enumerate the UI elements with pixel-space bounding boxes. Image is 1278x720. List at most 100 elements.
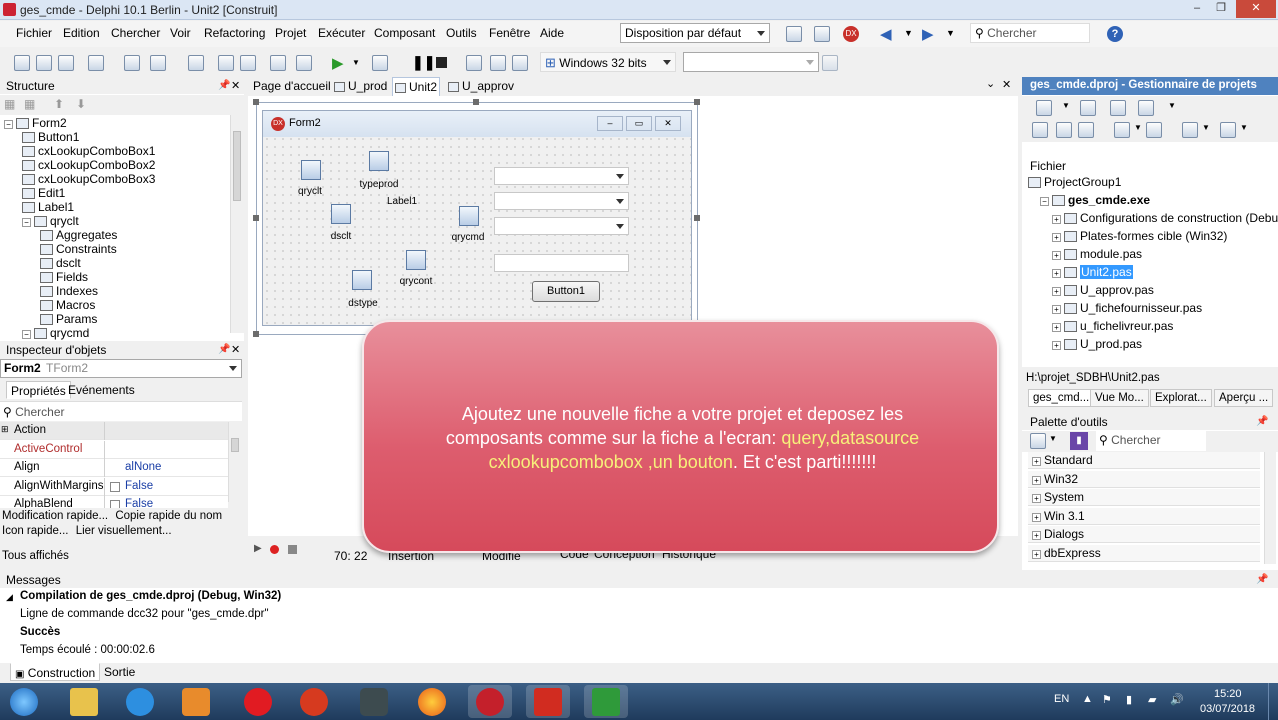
expand-toggle-icon[interactable]: + — [1052, 215, 1061, 224]
query-component-icon[interactable] — [406, 250, 426, 270]
structure-item[interactable]: Indexes — [40, 284, 98, 298]
close-panel-icon[interactable]: ✕ — [231, 343, 240, 356]
taskbar-app[interactable] — [292, 685, 336, 718]
layout-combo[interactable]: Disposition par défaut — [620, 23, 770, 43]
expand-toggle-icon[interactable]: + — [1052, 305, 1061, 314]
project-tab[interactable]: Vue Mo... — [1090, 389, 1149, 407]
menu-composant[interactable]: Composant — [374, 26, 435, 40]
button1[interactable]: Button1 — [532, 281, 600, 302]
structure-item[interactable]: Label1 — [22, 200, 74, 214]
battery-icon[interactable]: ▮ — [1126, 693, 1132, 706]
project-tree-item[interactable]: + U_fichefournisseur.pas — [1052, 300, 1202, 316]
project-tree-item[interactable]: − ges_cmde.exe — [1040, 192, 1150, 208]
column-divider[interactable] — [104, 496, 105, 508]
selection-handle[interactable] — [694, 215, 700, 221]
query-component-icon[interactable] — [459, 206, 479, 226]
structure-item[interactable]: cxLookupComboBox1 — [22, 144, 155, 158]
property-row[interactable]: AlphaBlend False — [0, 496, 228, 508]
palette-group[interactable]: + Standard — [1028, 452, 1260, 469]
tab-u-approv[interactable]: U_approv — [448, 79, 514, 93]
property-value[interactable]: alNone — [125, 461, 161, 473]
expand-toggle-icon[interactable]: + — [1032, 457, 1041, 466]
expand-toggle-icon[interactable]: ⊞ — [1, 424, 9, 435]
palette-group[interactable]: + System — [1028, 489, 1260, 507]
message-line[interactable]: Temps écoulé : 00:00:02.6 — [20, 644, 155, 656]
label1[interactable]: Label1 — [372, 196, 432, 207]
palette-search[interactable]: ⚲ Chercher — [1096, 431, 1206, 451]
property-checkbox[interactable] — [110, 481, 120, 492]
cxlookupcombobox1[interactable] — [494, 167, 629, 185]
tab-evenements[interactable]: Evénements — [64, 381, 139, 399]
project-tree-item[interactable]: + U_approv.pas — [1052, 282, 1154, 298]
view-unit-icon[interactable] — [490, 55, 506, 71]
property-row[interactable]: AlignWithMargins False — [0, 477, 228, 496]
taskbar-opera[interactable] — [236, 685, 280, 718]
selection-handle[interactable] — [694, 99, 700, 105]
expand-toggle-icon[interactable]: − — [1040, 197, 1049, 206]
menu-voir[interactable]: Voir — [170, 26, 191, 40]
project-tab[interactable]: Aperçu ... — [1214, 389, 1274, 407]
datasource-component-icon[interactable] — [331, 204, 351, 224]
menu-fenetre[interactable]: Fenêtre — [489, 26, 530, 40]
menu-fichier[interactable]: Fichier — [16, 26, 52, 40]
project-tree-item[interactable]: + u_fichelivreur.pas — [1052, 318, 1173, 334]
tab-construction[interactable]: ▣ Construction — [10, 663, 101, 681]
structure-item[interactable]: Constraints — [40, 242, 117, 256]
add-file-icon[interactable] — [150, 55, 166, 71]
tab-proprietes[interactable]: Propriétés — [6, 381, 71, 399]
run-icon[interactable]: ▶ — [332, 54, 344, 72]
project-tree-item[interactable]: + Plates-formes cible (Win32) — [1052, 228, 1227, 244]
view-icon[interactable] — [1138, 100, 1154, 116]
structure-item[interactable]: Macros — [40, 298, 95, 312]
open-icon[interactable] — [36, 55, 52, 71]
language-indicator[interactable]: EN — [1054, 693, 1069, 705]
query-component-icon[interactable] — [369, 151, 389, 171]
forward-arrow-icon[interactable]: ▶ — [922, 25, 934, 43]
sort-icon[interactable] — [1114, 122, 1130, 138]
structure-item[interactable]: Aggregates — [40, 228, 117, 242]
forward-dropdown-icon[interactable]: ▼ — [946, 28, 955, 38]
expand-toggle-icon[interactable]: + — [1032, 475, 1041, 485]
message-line[interactable]: Compilation de ges_cmde.dproj (Debug, Wi… — [20, 590, 281, 602]
scrollbar-thumb[interactable] — [231, 438, 239, 452]
palette-filter-icon[interactable]: ▮ — [1070, 432, 1088, 450]
datasource-component-icon[interactable] — [352, 270, 372, 290]
close-button[interactable]: ✕ — [1236, 0, 1276, 18]
play-macro-icon[interactable]: ▶ — [254, 543, 262, 554]
taskbar-firefox[interactable] — [410, 685, 454, 718]
structure-item[interactable]: Params — [40, 312, 97, 326]
expand-toggle-icon[interactable]: + — [1052, 233, 1061, 242]
help-icon[interactable]: ? — [1107, 26, 1123, 42]
open-project-icon[interactable] — [240, 55, 256, 71]
tabs-dropdown-icon[interactable]: ⌄ — [986, 77, 995, 90]
back-dropdown-icon[interactable]: ▼ — [904, 28, 913, 38]
ide-search-input[interactable]: ⚲ Chercher — [970, 23, 1090, 43]
palette-group[interactable]: + Win 3.1 — [1028, 507, 1260, 525]
palette-scrollbar[interactable] — [1264, 452, 1276, 564]
tab-u-prod[interactable]: U_prod — [334, 79, 387, 93]
flag-icon[interactable]: ⚑ — [1102, 693, 1112, 706]
inspector-object-combo[interactable]: Form2 TForm2 — [0, 359, 242, 378]
expand-toggle-icon[interactable]: + — [1032, 512, 1041, 522]
sync-icon[interactable] — [1032, 122, 1048, 138]
config-combo[interactable] — [683, 52, 819, 72]
form-maximize-icon[interactable]: ▭ — [626, 116, 652, 131]
menu-aide[interactable]: Aide — [540, 26, 564, 40]
start-button[interactable] — [2, 685, 46, 718]
structure-item[interactable]: Edit1 — [22, 186, 65, 200]
toggle-form-icon[interactable] — [466, 55, 482, 71]
visual-link[interactable]: Lier visuellement... — [76, 525, 172, 537]
chevron-down-icon[interactable]: ▼ — [1202, 123, 1210, 132]
property-row[interactable]: Align alNone — [0, 459, 228, 477]
cxlookupcombobox3[interactable] — [494, 217, 629, 235]
devexpress-icon[interactable]: DX — [843, 26, 859, 42]
project-tree-item[interactable]: + U_prod.pas — [1052, 336, 1142, 352]
pin-icon[interactable]: 📌 — [1256, 574, 1268, 585]
palette-group[interactable]: + Win32 — [1028, 470, 1260, 488]
expand-toggle-icon[interactable]: − — [22, 218, 31, 227]
menu-projet[interactable]: Projet — [275, 26, 306, 40]
quick-edit-link[interactable]: Modification rapide... — [2, 510, 108, 522]
edit1[interactable] — [494, 254, 629, 272]
column-divider[interactable] — [104, 422, 105, 440]
selection-handle[interactable] — [473, 99, 479, 105]
